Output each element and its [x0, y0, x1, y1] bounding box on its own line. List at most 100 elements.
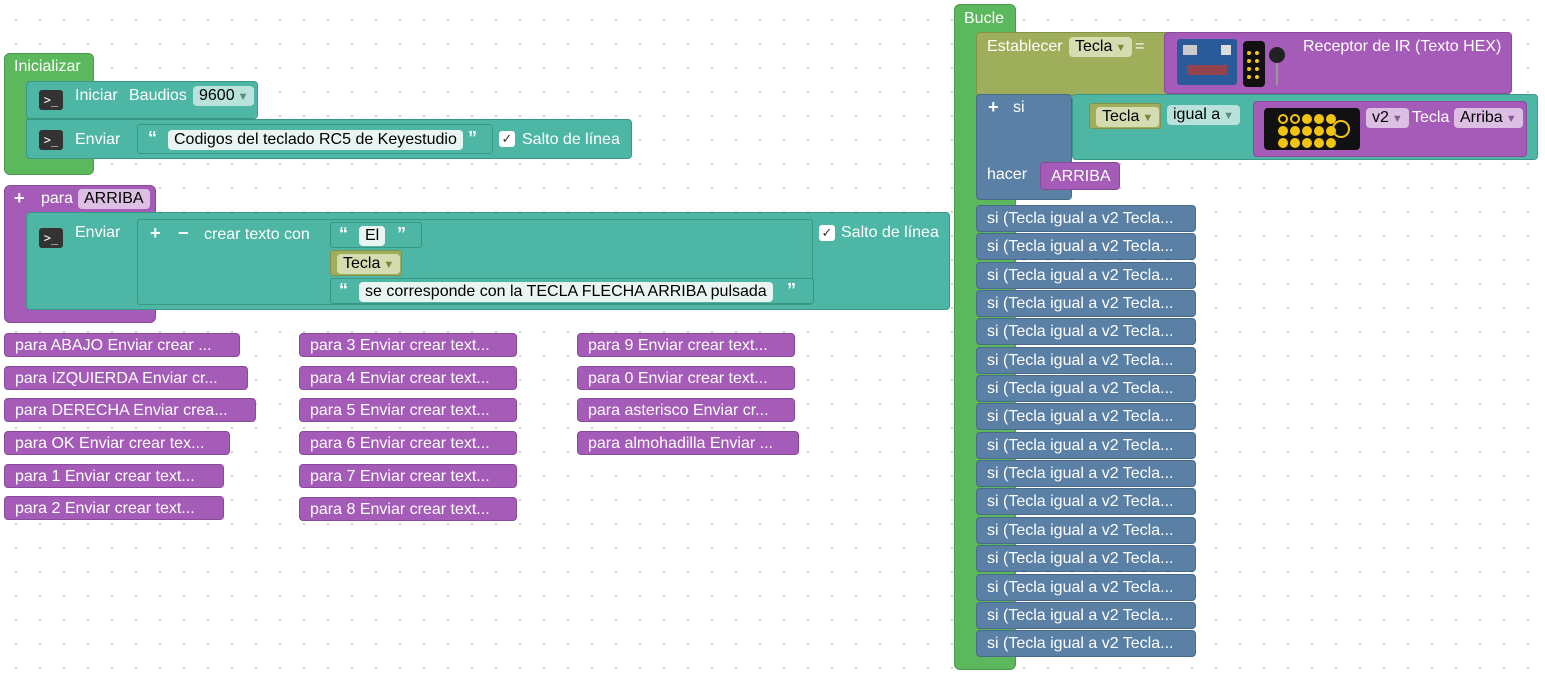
open-quote-icon: “: [339, 224, 348, 244]
join-item-2-variable[interactable]: Tecla ▼: [330, 250, 402, 276]
collapsed-function[interactable]: para 8 Enviar crear text...: [299, 497, 517, 521]
collapsed-function[interactable]: para 7 Enviar crear text...: [299, 464, 517, 488]
set-label: Establecer: [987, 38, 1063, 55]
collapsed-label: para IZQUIERDA Enviar cr...: [15, 370, 218, 387]
terminal-icon: >_: [39, 130, 63, 150]
newline-checkbox[interactable]: ✓: [499, 131, 515, 147]
close-quote-icon: ”: [787, 280, 796, 300]
collapsed-if[interactable]: si (Tecla igual a v2 Tecla...: [976, 262, 1196, 289]
dropdown-arrow-icon: ▼: [1505, 113, 1517, 125]
collapsed-function[interactable]: para 6 Enviar crear text...: [299, 431, 517, 455]
collapsed-label: si (Tecla igual a v2 Tecla...: [987, 550, 1174, 567]
collapsed-label: si (Tecla igual a v2 Tecla...: [987, 579, 1174, 596]
collapsed-if[interactable]: si (Tecla igual a v2 Tecla...: [976, 318, 1196, 345]
collapsed-if[interactable]: si (Tecla igual a v2 Tecla...: [976, 488, 1196, 515]
terminal-icon: >_: [39, 228, 63, 248]
close-quote-icon: ”: [397, 224, 406, 244]
collapsed-if[interactable]: si (Tecla igual a v2 Tecla...: [976, 375, 1196, 402]
text-value: El: [365, 227, 380, 244]
collapsed-if[interactable]: si (Tecla igual a v2 Tecla...: [976, 432, 1196, 459]
function-name-field[interactable]: ARRIBA: [78, 189, 150, 209]
collapsed-label: para 5 Enviar crear text...: [310, 402, 490, 419]
collapsed-function[interactable]: para 0 Enviar crear text...: [577, 366, 795, 390]
dropdown-arrow-icon: ▼: [1115, 42, 1127, 54]
collapsed-label: para asterisco Enviar cr...: [588, 402, 769, 419]
collapsed-function[interactable]: para almohadilla Enviar ...: [577, 431, 799, 455]
collapsed-if[interactable]: si (Tecla igual a v2 Tecla...: [976, 517, 1196, 544]
function-name: ARRIBA: [84, 190, 144, 207]
collapsed-label: para 9 Enviar crear text...: [588, 337, 768, 354]
collapsed-if[interactable]: si (Tecla igual a v2 Tecla...: [976, 233, 1196, 260]
plus-icon[interactable]: +: [150, 223, 161, 243]
collapsed-if[interactable]: si (Tecla igual a v2 Tecla...: [976, 574, 1196, 601]
collapsed-label: para almohadilla Enviar ...: [588, 435, 773, 452]
serial-begin-label: Iniciar: [75, 87, 118, 104]
plus-icon[interactable]: +: [988, 97, 999, 117]
remote-key-dropdown[interactable]: Arriba ▼: [1454, 108, 1523, 128]
condition-variable-block[interactable]: Tecla ▼: [1089, 103, 1161, 129]
serial-print-label: Enviar: [75, 131, 121, 148]
variable-dropdown[interactable]: Tecla ▼: [1096, 107, 1160, 127]
collapsed-if[interactable]: si (Tecla igual a v2 Tecla...: [976, 403, 1196, 430]
collapsed-function[interactable]: para 4 Enviar crear text...: [299, 366, 517, 390]
collapsed-label: para 6 Enviar crear text...: [310, 435, 490, 452]
text-value: se corresponde con la TECLA FLECHA ARRIB…: [365, 283, 767, 300]
collapsed-if[interactable]: si (Tecla igual a v2 Tecla...: [976, 347, 1196, 374]
collapsed-label: si (Tecla igual a v2 Tecla...: [987, 493, 1174, 510]
collapsed-function[interactable]: para 3 Enviar crear text...: [299, 333, 517, 357]
plus-icon[interactable]: +: [14, 188, 25, 208]
collapsed-label: si (Tecla igual a v2 Tecla...: [987, 437, 1174, 454]
collapsed-label: si (Tecla igual a v2 Tecla...: [987, 238, 1174, 255]
collapsed-label: para 8 Enviar crear text...: [310, 501, 490, 518]
ir-receiver-block[interactable]: Receptor de IR (Texto HEX): [1164, 32, 1512, 94]
variable-dropdown[interactable]: Tecla ▼: [1069, 37, 1133, 57]
collapsed-label: para 2 Enviar crear text...: [15, 500, 195, 517]
baud-dropdown[interactable]: 9600 ▼: [193, 86, 255, 106]
collapsed-label: para OK Enviar crear tex...: [15, 435, 205, 452]
collapsed-label: si (Tecla igual a v2 Tecla...: [987, 380, 1174, 397]
serial-begin-block[interactable]: >_ Iniciar Baudios 9600 ▼: [26, 81, 258, 119]
join-item-3[interactable]: “ se corresponde con la TECLA FLECHA ARR…: [330, 278, 814, 304]
collapsed-if[interactable]: si (Tecla igual a v2 Tecla...: [976, 545, 1196, 572]
set-variable-block[interactable]: Establecer Tecla ▼ =: [976, 32, 1172, 96]
minus-icon[interactable]: −: [178, 223, 189, 243]
variable-dropdown[interactable]: Tecla ▼: [337, 254, 401, 274]
collapsed-label: si (Tecla igual a v2 Tecla...: [987, 522, 1174, 539]
collapsed-function[interactable]: para IZQUIERDA Enviar cr...: [4, 366, 248, 390]
collapsed-function[interactable]: para 5 Enviar crear text...: [299, 398, 517, 422]
collapsed-function[interactable]: para 1 Enviar crear text...: [4, 464, 224, 488]
remote-version-dropdown[interactable]: v2 ▼: [1366, 108, 1409, 128]
collapsed-function[interactable]: para 9 Enviar crear text...: [577, 333, 795, 357]
text-field[interactable]: se corresponde con la TECLA FLECHA ARRIB…: [359, 282, 773, 302]
text-field[interactable]: El: [359, 226, 386, 246]
collapsed-label: si (Tecla igual a v2 Tecla...: [987, 607, 1174, 624]
if-label: si: [1013, 99, 1025, 116]
loop-label: Bucle: [964, 10, 1005, 27]
collapsed-if[interactable]: si (Tecla igual a v2 Tecla...: [976, 290, 1196, 317]
collapsed-function[interactable]: para ABAJO Enviar crear ...: [4, 333, 240, 357]
collapsed-function[interactable]: para asterisco Enviar cr...: [577, 398, 795, 422]
arduino-board-icon: [1177, 39, 1237, 85]
operator-dropdown[interactable]: igual a ▼: [1167, 105, 1241, 125]
collapsed-if[interactable]: si (Tecla igual a v2 Tecla...: [976, 460, 1196, 487]
newline-checkbox[interactable]: ✓: [819, 225, 835, 241]
remote-key-label: Tecla: [1412, 109, 1450, 126]
collapsed-label: para 7 Enviar crear text...: [310, 468, 490, 485]
serial-print-block[interactable]: >_ Enviar “ Codigos del teclado RC5 de K…: [26, 119, 632, 159]
collapsed-function[interactable]: para OK Enviar crear tex...: [4, 431, 230, 455]
variable-name: Tecla: [1075, 38, 1113, 55]
call-function-arriba[interactable]: ARRIBA: [1040, 162, 1120, 190]
serial-print-join-block[interactable]: >_ Enviar + − crear texto con “ El ” Tec…: [26, 212, 950, 310]
collapsed-function[interactable]: para DERECHA Enviar crea...: [4, 398, 256, 422]
collapsed-label: si (Tecla igual a v2 Tecla...: [987, 635, 1174, 652]
collapsed-function[interactable]: para 2 Enviar crear text...: [4, 496, 224, 520]
join-text-block[interactable]: + − crear texto con “ El ” Tecla ▼ “ se c…: [137, 219, 814, 305]
collapsed-if[interactable]: si (Tecla igual a v2 Tecla...: [976, 630, 1196, 657]
compare-block[interactable]: Tecla ▼ igual a ▼ v2 ▼ Tecla Arriba ▼: [1072, 94, 1538, 160]
remote-key-block[interactable]: v2 ▼ Tecla Arriba ▼: [1253, 101, 1527, 157]
collapsed-if[interactable]: si (Tecla igual a v2 Tecla...: [976, 602, 1196, 629]
collapsed-if[interactable]: si (Tecla igual a v2 Tecla...: [976, 205, 1196, 232]
text-block[interactable]: “ Codigos del teclado RC5 de Keyestudio …: [137, 124, 493, 154]
join-item-1[interactable]: “ El ”: [330, 222, 422, 248]
text-field[interactable]: Codigos del teclado RC5 de Keyestudio: [168, 130, 463, 150]
